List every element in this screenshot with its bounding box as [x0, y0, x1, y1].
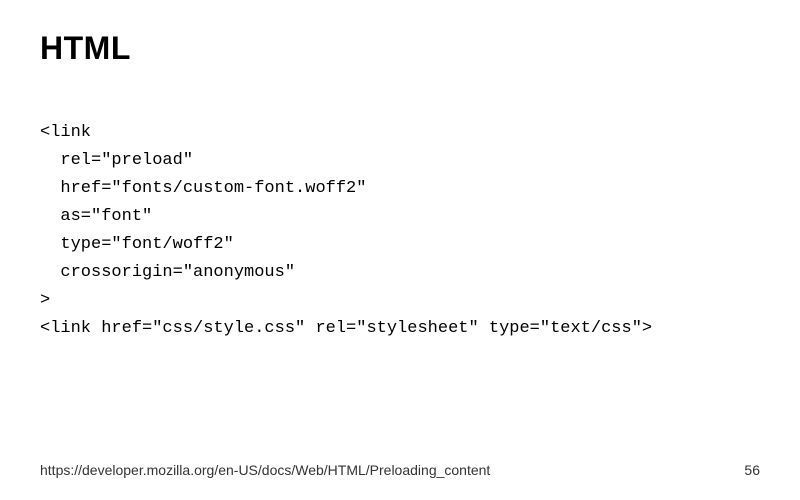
slide: HTML <link rel="preload" href="fonts/cus… [0, 0, 800, 500]
slide-footer: https://developer.mozilla.org/en-US/docs… [40, 462, 760, 478]
slide-title: HTML [40, 30, 760, 67]
footer-url: https://developer.mozilla.org/en-US/docs… [40, 462, 490, 478]
code-block: <link rel="preload" href="fonts/custom-f… [40, 119, 760, 343]
page-number: 56 [744, 462, 760, 478]
